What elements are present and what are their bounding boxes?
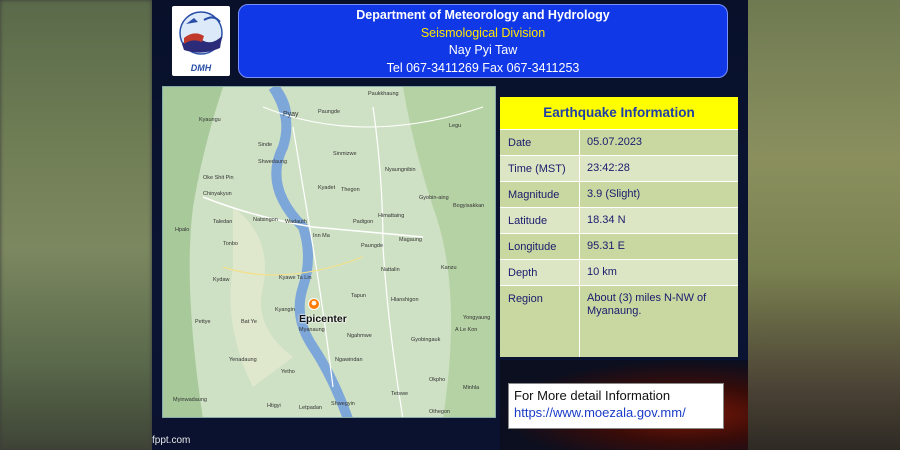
info-row-longitude: Longitude 95.31 E [500, 233, 738, 259]
info-label: Magnitude [500, 182, 580, 207]
place-label: Taledan [213, 219, 233, 225]
place-label: Tapun [351, 293, 366, 299]
info-value: 3.9 (Slight) [587, 188, 641, 200]
place-label: Bogyisakkan [453, 203, 485, 209]
place-label: Inn Ma [313, 233, 330, 239]
place-label: Pettye [195, 319, 211, 325]
place-label: Sinmizwe [333, 151, 357, 157]
footer-credit: fppt.com [152, 435, 191, 446]
place-label: Nyaungnibin [385, 167, 416, 173]
place-label: Htigyi [267, 403, 281, 409]
info-value: About (3) miles N-NW of Myanaung. [587, 292, 707, 317]
place-label: Ngawindan [335, 357, 363, 363]
place-label: Paungde [318, 109, 341, 115]
info-row-depth: Depth 10 km [500, 259, 738, 285]
place-label: Sinde [258, 142, 273, 148]
info-label: Depth [500, 260, 580, 285]
epicenter-label: Epicenter [299, 313, 347, 325]
place-label: Okpho [429, 377, 446, 383]
place-label: Kyaungu [199, 117, 221, 123]
place-label: Gyobin-aing [419, 195, 449, 201]
place-label: Chinyakyun [203, 191, 232, 197]
info-value: 05.07.2023 [587, 136, 643, 148]
place-label: Hlanshigon [391, 297, 419, 303]
logo-text: DMH [190, 63, 212, 73]
place-label: Thegon [341, 187, 360, 193]
info-row-region: Region About (3) miles N-NW of Myanaung. [500, 285, 738, 357]
info-label: Region [500, 286, 580, 357]
dmh-logo: DMH [172, 6, 230, 76]
place-label: Kanzu [441, 265, 457, 271]
info-row-magnitude: Magnitude 3.9 (Slight) [500, 181, 738, 207]
dmh-logo-icon [179, 11, 223, 55]
place-label: Tonbo [223, 241, 238, 247]
header-division: Seismological Division [420, 25, 546, 40]
place-label: Letpadan [299, 405, 322, 411]
place-label: Yetho [281, 369, 295, 375]
background-blur-right [748, 0, 900, 450]
place-label: Ngahmwe [347, 333, 372, 339]
header-city: Nay Pyi Taw [448, 43, 518, 57]
info-row-time: Time (MST) 23:42:28 [500, 155, 738, 181]
detail-box: For More detail Information https://www.… [508, 383, 724, 429]
info-label: Date [500, 130, 580, 155]
info-row-date: Date 05.07.2023 [500, 129, 738, 155]
earthquake-info-table: Earthquake Information Date 05.07.2023 T… [500, 97, 738, 357]
place-label: Myinwadaung [173, 397, 207, 403]
place-label: Myanaung [299, 327, 325, 333]
map-terrain [163, 87, 495, 417]
place-label: Kyangin [275, 307, 295, 313]
place-label: Paungde [361, 243, 384, 249]
slide: DMH Department of Meteorology and Hydrol… [152, 0, 748, 450]
place-label: Yongyaung [463, 315, 491, 321]
header-department: Department of Meteorology and Hydrology [356, 8, 610, 22]
place-label: Hpalo [175, 227, 190, 233]
info-value: 18.34 N [587, 214, 626, 226]
place-label: A Le Kon [455, 327, 478, 333]
place-label: Oke Shit Pin [203, 175, 234, 181]
place-label: Yenadaung [229, 357, 257, 363]
place-label: Pyay [283, 111, 299, 118]
place-label: Minhla [463, 385, 480, 391]
info-value: 10 km [587, 266, 617, 278]
header-contact: Tel 067-3411269 Fax 067-3411253 [386, 60, 580, 75]
place-label: Padigon [353, 219, 374, 225]
map: Paukkhaung Pyay Paungde Sinde Shwedaung … [162, 86, 496, 418]
place-label: Magaung [399, 237, 422, 243]
place-label: Himattaing [378, 213, 405, 219]
place-label: Gyobingauk [411, 337, 441, 343]
header-box: Department of Meteorology and Hydrology … [238, 4, 728, 78]
place-label: Legu [449, 123, 462, 129]
place-label: Natsingon [253, 217, 278, 223]
place-label: Shwedaung [258, 159, 288, 165]
place-label: Wadauth [285, 219, 307, 225]
epicenter-marker-icon: ✸ [308, 298, 320, 310]
info-value: 23:42:28 [587, 162, 630, 174]
info-label: Time (MST) [500, 156, 580, 181]
place-label: Kyadet [318, 185, 336, 191]
place-label: Othegon [429, 409, 451, 415]
place-label: Shwegyin [331, 401, 355, 407]
place-label: Tetswe [391, 391, 409, 397]
place-label: Nattalin [381, 267, 400, 273]
info-row-latitude: Latitude 18.34 N [500, 207, 738, 233]
info-value: 95.31 E [587, 240, 625, 252]
info-label: Longitude [500, 234, 580, 259]
place-label: Paukkhaung [368, 91, 399, 97]
place-label: Kydaw [213, 277, 230, 283]
background-blur-left [0, 0, 152, 450]
place-label: Kyawe Ta Lin [279, 275, 312, 281]
detail-text: For More detail Information [514, 388, 671, 403]
info-title: Earthquake Information [500, 97, 738, 129]
place-label: Bat Ye [241, 319, 257, 325]
info-label: Latitude [500, 208, 580, 233]
detail-link[interactable]: https://www.moezala.gov.mm/ [514, 404, 719, 422]
